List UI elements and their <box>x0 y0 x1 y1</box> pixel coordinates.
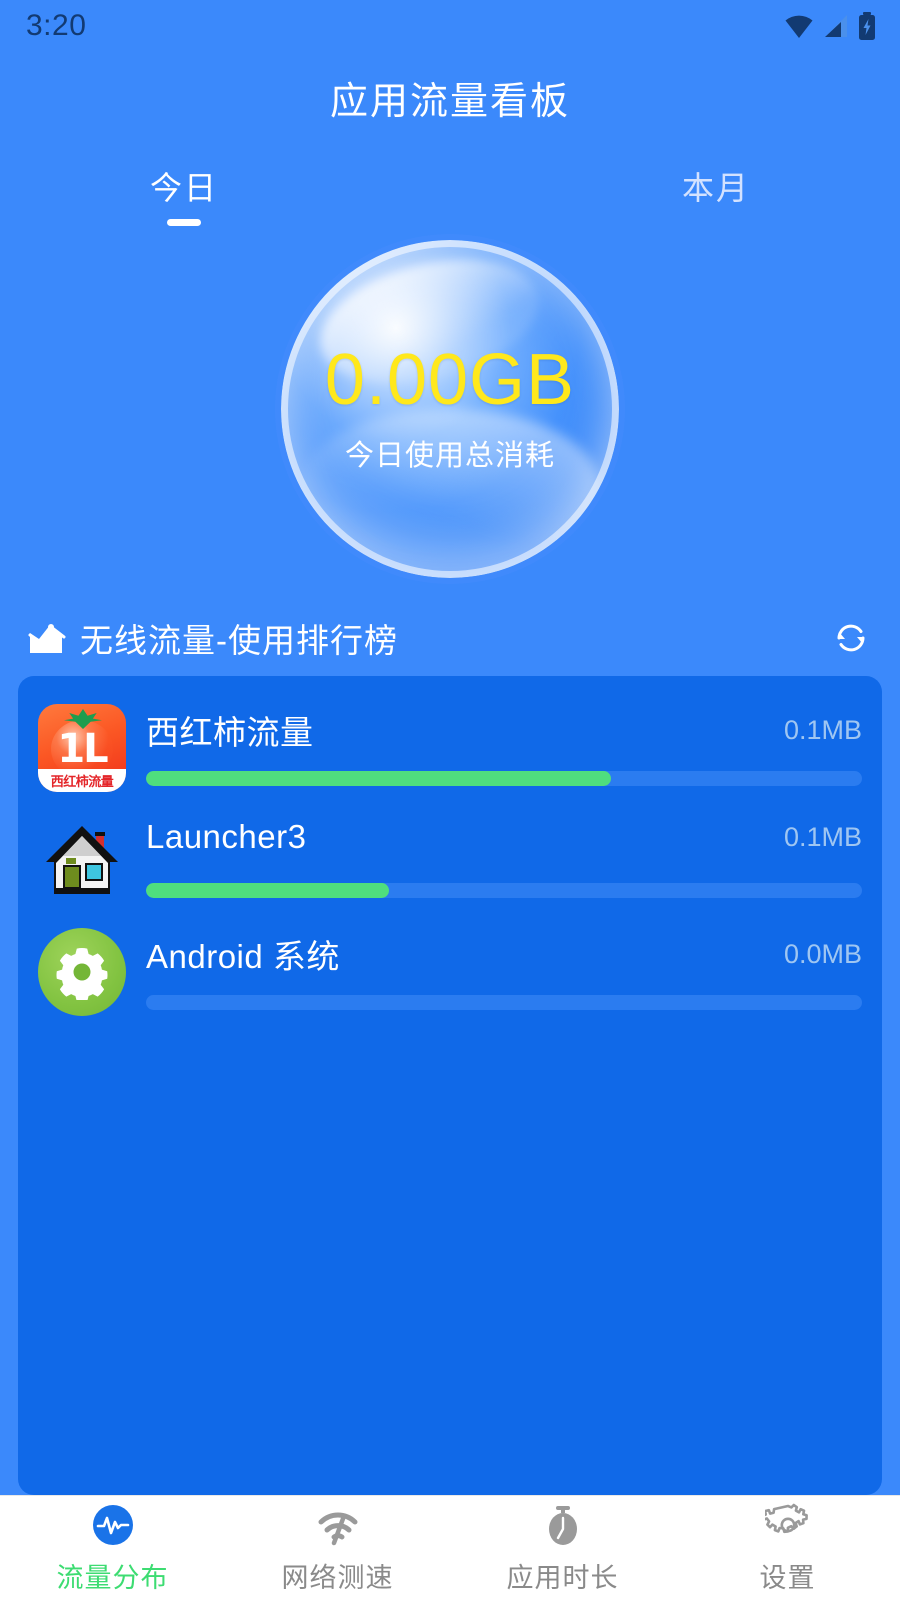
ranking-title-group: 无线流量-使用排行榜 <box>28 614 398 662</box>
ranking-card: 1L 西红柿流量 西红柿流量 0.1MB Launcher3 0.1MB And… <box>18 676 882 1495</box>
ranking-title: 无线流量-使用排行榜 <box>80 622 398 659</box>
tomato-banner: 西红柿流量 <box>38 769 126 792</box>
nav-label: 应用时长 <box>506 1562 619 1593</box>
page-title: 应用流量看板 <box>329 81 570 123</box>
tab-inactive-indicator <box>699 219 733 226</box>
app-screen: 3:20 应用流量看板 今日 本月 0.00GB 今日使用总消耗 无线流量-使用… <box>0 0 900 1600</box>
table-row[interactable]: Launcher3 0.1MB <box>18 802 882 914</box>
row-top: 西红柿流量 0.1MB <box>146 706 862 754</box>
tab-today[interactable]: 今日 <box>150 163 218 226</box>
tomato-app-icon: 1L 西红柿流量 <box>38 704 126 792</box>
usage-bubble-wrap: 0.00GB 今日使用总消耗 <box>0 240 900 590</box>
progress-fill <box>146 883 390 898</box>
bottom-navigation: 流量分布 网络测速 应用时长 设置 <box>0 1495 900 1600</box>
table-row[interactable]: 1L 西红柿流量 西红柿流量 0.1MB <box>18 690 882 802</box>
status-time: 3:20 <box>26 9 87 42</box>
nav-label: 设置 <box>759 1562 816 1593</box>
usage-total-label: 今日使用总消耗 <box>344 440 555 472</box>
progress-track <box>146 771 862 786</box>
gear-outline-icon <box>764 1502 811 1548</box>
table-row[interactable]: Android 系统 0.0MB <box>18 914 882 1026</box>
battery-charging-icon <box>859 12 875 40</box>
app-usage: 0.0MB <box>783 938 862 969</box>
row-top: Launcher3 0.1MB <box>146 818 862 856</box>
nav-item-settings[interactable]: 设置 <box>675 1496 900 1600</box>
house-pixel-icon <box>38 816 126 904</box>
tomato-glyph: 1L <box>57 726 108 772</box>
status-bar: 3:20 <box>0 0 900 52</box>
wifi-icon <box>785 15 813 38</box>
row-body: Android 系统 0.0MB <box>146 926 862 1014</box>
progress-track <box>146 883 862 898</box>
stopwatch-icon <box>540 1502 586 1548</box>
app-icon-cell: 1L 西红柿流量 <box>38 704 126 792</box>
app-icon-cell <box>38 816 126 904</box>
green-gear-icon <box>38 928 126 1016</box>
nav-label: 网络测速 <box>281 1562 394 1593</box>
status-icon-group <box>784 12 876 40</box>
row-body: Launcher3 0.1MB <box>146 814 862 902</box>
app-name: 西红柿流量 <box>146 714 314 751</box>
progress-track <box>146 995 862 1010</box>
waveform-circle-icon <box>90 1502 136 1548</box>
usage-bubble[interactable]: 0.00GB 今日使用总消耗 <box>281 240 619 578</box>
nav-item-network-speed[interactable]: 网络测速 <box>225 1496 450 1600</box>
tab-month-label: 本月 <box>681 170 750 206</box>
row-top: Android 系统 0.0MB <box>146 930 862 978</box>
app-usage: 0.1MB <box>783 821 862 852</box>
app-icon-cell <box>38 928 126 1016</box>
app-name: Android 系统 <box>146 938 340 975</box>
nav-item-traffic-distribution[interactable]: 流量分布 <box>0 1496 225 1600</box>
ranking-header: 无线流量-使用排行榜 <box>0 610 900 666</box>
progress-fill <box>146 771 612 786</box>
app-usage: 0.1MB <box>783 714 862 745</box>
speedometer-wifi-icon <box>315 1502 361 1548</box>
tab-active-indicator <box>167 219 201 226</box>
app-name: Launcher3 <box>146 818 307 855</box>
tomato-banner-text: 西红柿流量 <box>50 774 114 789</box>
nav-item-app-duration[interactable]: 应用时长 <box>450 1496 675 1600</box>
row-body: 西红柿流量 0.1MB <box>146 702 862 790</box>
cellular-signal-icon <box>825 15 847 37</box>
period-tabs: 今日 本月 <box>0 163 900 226</box>
nav-label: 流量分布 <box>56 1562 169 1593</box>
refresh-button[interactable] <box>828 615 874 661</box>
tab-today-label: 今日 <box>150 170 219 206</box>
tab-month[interactable]: 本月 <box>682 163 750 226</box>
chart-up-icon <box>28 624 66 653</box>
refresh-icon <box>837 624 865 652</box>
usage-total-value: 0.00GB <box>324 340 576 420</box>
